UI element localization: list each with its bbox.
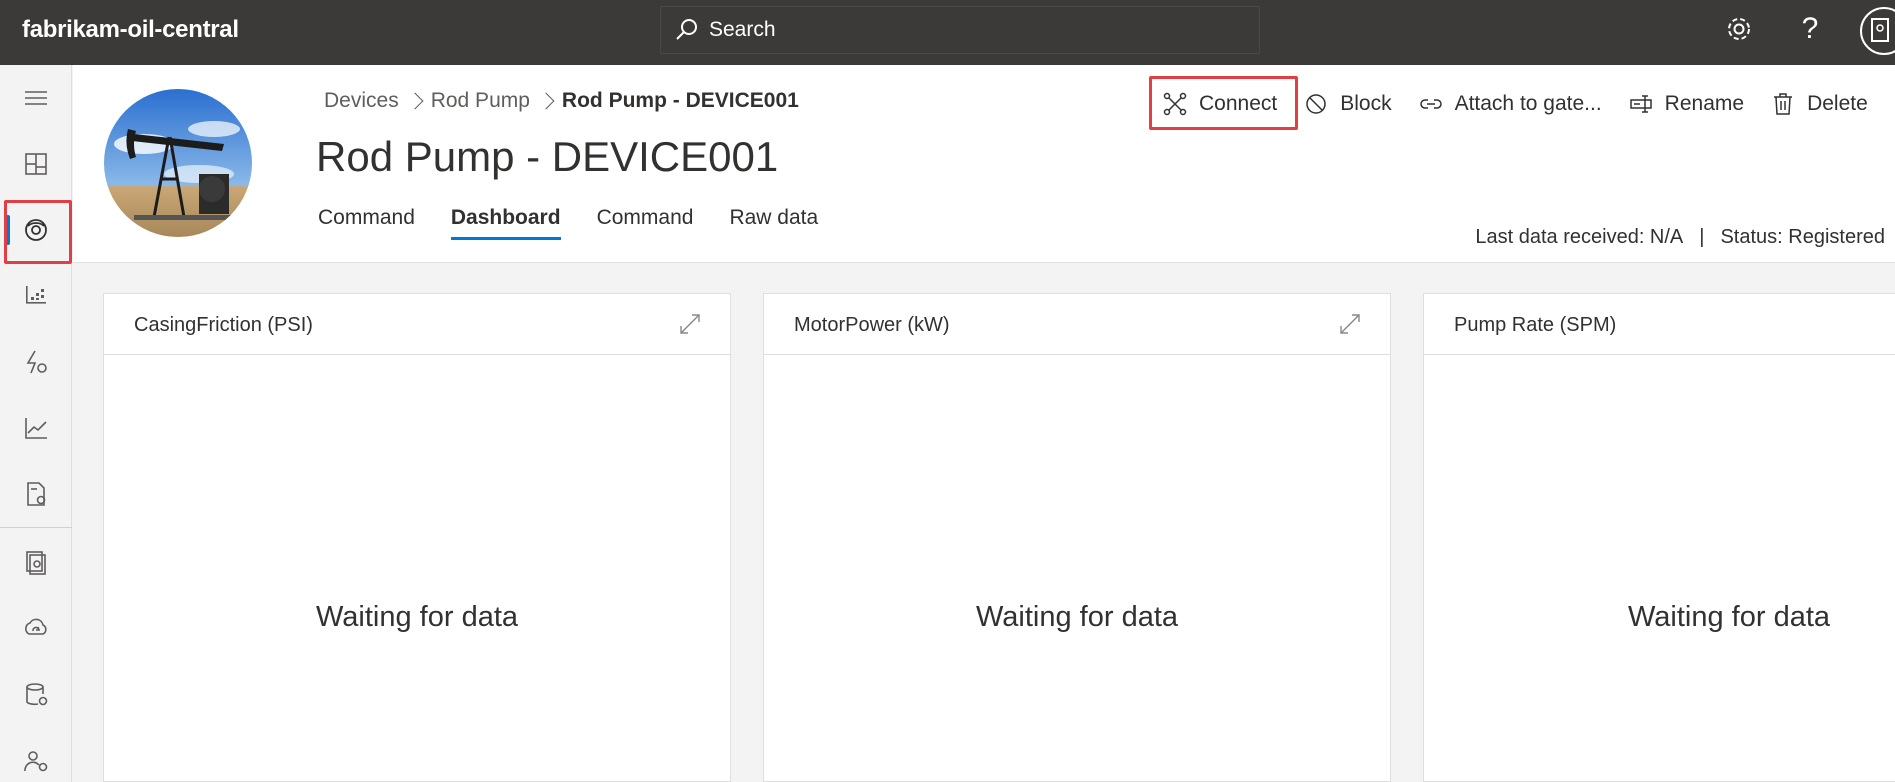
device-templates-icon[interactable] <box>0 535 72 591</box>
tab-command[interactable]: Command <box>318 206 415 240</box>
trash-icon <box>1774 93 1793 115</box>
breadcrumb: Devices Rod Pump Rod Pump - DEVICE001 <box>324 89 799 113</box>
attach-label: Attach to gate... <box>1454 92 1602 115</box>
device-groups-icon[interactable] <box>0 268 72 324</box>
device-header: Devices Rod Pump Rod Pump - DEVICE001 Ro… <box>73 65 1895 263</box>
connect-label: Connect <box>1199 92 1278 115</box>
app-title[interactable]: fabrikam-oil-central <box>22 16 239 44</box>
link-icon <box>1419 99 1442 109</box>
device-status: Status: Registered <box>1720 226 1885 248</box>
breadcrumb-current: Rod Pump - DEVICE001 <box>561 89 799 112</box>
help-icon[interactable]: ? <box>1793 12 1827 46</box>
tile-body: Waiting for data <box>764 355 1390 781</box>
expand-icon[interactable] <box>1338 312 1362 336</box>
block-button[interactable]: Block <box>1304 92 1392 116</box>
tile-header: CasingFriction (PSI) <box>104 294 730 355</box>
command-toolbar: Connect Block Attach to gate... Rename D… <box>1163 85 1895 123</box>
device-tabs: Command Dashboard Command Raw data <box>318 206 854 240</box>
rename-label: Rename <box>1664 92 1745 115</box>
data-export-icon[interactable] <box>0 601 72 657</box>
tile-title: Pump Rate (SPM) <box>1454 314 1617 336</box>
data-explorer-icon[interactable] <box>0 667 72 723</box>
rail-divider <box>0 527 72 528</box>
search-placeholder: Search <box>709 18 776 41</box>
delete-label: Delete <box>1807 92 1868 115</box>
device-image <box>104 89 252 237</box>
tile-casing-friction: CasingFriction (PSI) Waiting for data <box>103 293 731 782</box>
chevron-right-icon <box>406 92 424 110</box>
waiting-message: Waiting for data <box>1628 601 1831 633</box>
search-box[interactable]: Search <box>660 6 1260 54</box>
last-data-received: Last data received: N/A <box>1475 226 1684 248</box>
search-icon <box>676 19 697 40</box>
rules-icon[interactable] <box>0 334 72 390</box>
analytics-icon[interactable] <box>0 400 72 456</box>
tab-raw-data[interactable]: Raw data <box>729 206 818 240</box>
user-avatar[interactable] <box>1860 7 1895 55</box>
left-navigation-rail <box>0 65 72 782</box>
chevron-right-icon <box>537 92 555 110</box>
tile-body: Waiting for data <box>104 355 730 781</box>
rename-button[interactable]: Rename <box>1629 92 1744 116</box>
devices-icon[interactable] <box>0 202 72 258</box>
active-indicator <box>6 215 10 245</box>
delete-button[interactable]: Delete <box>1771 92 1868 116</box>
rename-icon <box>1629 95 1652 113</box>
waiting-message: Waiting for data <box>315 601 519 633</box>
tab-command-2[interactable]: Command <box>597 206 694 240</box>
permissions-icon[interactable] <box>0 733 72 782</box>
settings-icon[interactable] <box>1722 12 1756 46</box>
tile-header: Pump Rate (SPM) <box>1424 294 1895 355</box>
block-icon <box>1306 94 1326 114</box>
expand-icon[interactable] <box>678 312 702 336</box>
connect-button[interactable]: Connect <box>1163 92 1277 116</box>
breadcrumb-rod-pump[interactable]: Rod Pump <box>431 89 530 113</box>
connect-icon <box>1163 92 1187 116</box>
status-separator: | <box>1699 226 1705 248</box>
top-bar: fabrikam-oil-central Search ? <box>0 0 1895 65</box>
tile-motor-power: MotorPower (kW) Waiting for data <box>763 293 1391 782</box>
jobs-icon[interactable] <box>0 466 72 522</box>
breadcrumb-devices[interactable]: Devices <box>324 89 399 113</box>
device-status-line: Last data received: N/A | Status: Register… <box>1475 226 1885 249</box>
block-label: Block <box>1340 92 1392 115</box>
page-title: Rod Pump - DEVICE001 <box>316 133 779 180</box>
dashboard-icon[interactable] <box>0 136 72 192</box>
menu-icon[interactable] <box>0 70 72 126</box>
tile-title: CasingFriction (PSI) <box>134 314 313 336</box>
tile-title: MotorPower (kW) <box>794 314 950 336</box>
waiting-message: Waiting for data <box>975 601 1179 633</box>
attach-to-gateway-button[interactable]: Attach to gate... <box>1419 92 1602 116</box>
tile-body: Waiting for data <box>1424 355 1895 781</box>
tile-header: MotorPower (kW) <box>764 294 1390 355</box>
tile-pump-rate: Pump Rate (SPM) Waiting for data <box>1423 293 1895 782</box>
tab-dashboard[interactable]: Dashboard <box>450 206 561 240</box>
